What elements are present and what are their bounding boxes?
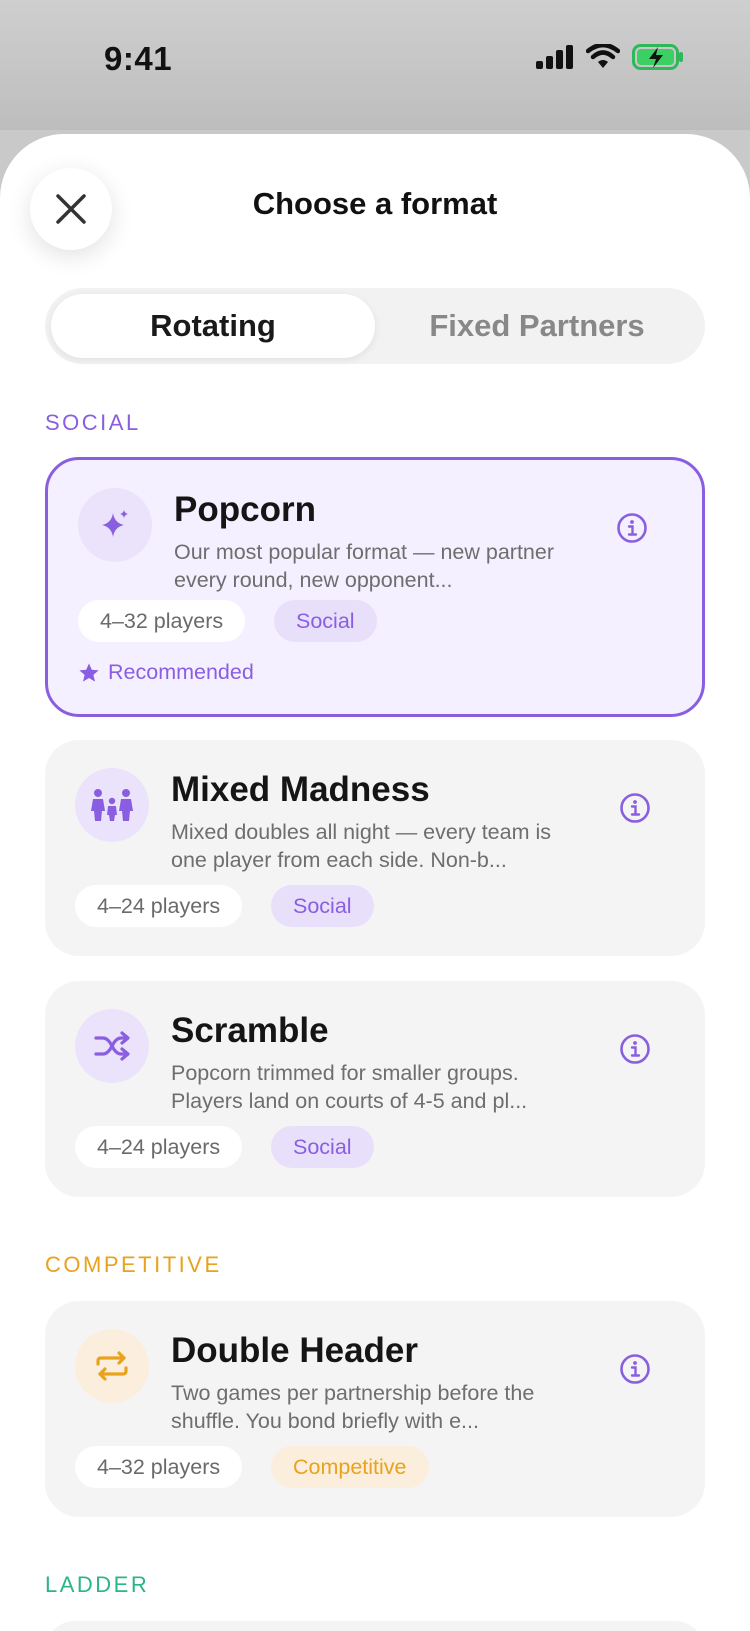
format-card-scramble[interactable]: Scramble Popcorn trimmed for smaller gro… (45, 981, 705, 1197)
section-label-social: SOCIAL (45, 410, 141, 435)
status-icons (536, 44, 684, 70)
tab-rotating[interactable]: Rotating (51, 294, 375, 358)
format-description: Our most popular format — new partner ev… (174, 540, 554, 592)
star-icon (79, 663, 99, 682)
players-badge: 4–32 players (78, 600, 246, 642)
info-icon[interactable] (619, 1353, 651, 1385)
format-sheet: Choose a format Rotating Fixed Partners … (0, 134, 750, 1631)
format-type-tabs: Rotating Fixed Partners (45, 288, 705, 364)
repeat-icon (75, 1329, 149, 1403)
battery-icon (632, 44, 683, 70)
section-label-competitive: COMPETITIVE (45, 1252, 222, 1277)
players-badge: 4–24 players (75, 885, 243, 927)
sparkles-icon (78, 488, 152, 562)
recommended-label: Recommended (108, 660, 254, 684)
category-badge: Social (271, 885, 374, 927)
format-tags: 4–24 players Social (75, 1126, 635, 1168)
format-card-popcorn[interactable]: Popcorn Our most popular format — new pa… (45, 457, 705, 717)
tab-fixed-partners[interactable]: Fixed Partners (375, 294, 699, 358)
section-label-ladder: LADDER (45, 1572, 150, 1597)
format-description: Popcorn trimmed for smaller groups. Play… (171, 1061, 528, 1113)
format-title: Scramble (171, 1011, 329, 1050)
wifi-icon (586, 44, 620, 68)
info-icon[interactable] (616, 512, 648, 544)
category-badge: Competitive (271, 1446, 429, 1488)
info-icon[interactable] (619, 792, 651, 824)
format-title: Mixed Madness (171, 770, 430, 809)
format-tags: 4–32 players Social (78, 600, 638, 642)
format-card-ladder[interactable] (45, 1621, 705, 1631)
players-badge: 4–32 players (75, 1446, 243, 1488)
format-description: Mixed doubles all night — every team is … (171, 820, 552, 872)
category-badge: Social (271, 1126, 374, 1168)
format-tags: 4–32 players Competitive (75, 1446, 635, 1488)
status-time: 9:41 (104, 40, 173, 77)
format-description: Two games per partnership before the shu… (171, 1381, 535, 1433)
status-bar: 9:41 (0, 0, 750, 130)
format-card-double-header[interactable]: Double Header Two games per partnership … (45, 1301, 705, 1517)
category-badge: Social (274, 600, 377, 642)
recommended-badge: Recommended (78, 660, 254, 685)
family-icon (75, 768, 149, 842)
format-tags: 4–24 players Social (75, 885, 635, 927)
shuffle-icon (75, 1009, 149, 1083)
info-icon[interactable] (619, 1033, 651, 1065)
format-card-mixed-madness[interactable]: Mixed Madness Mixed doubles all night — … (45, 740, 705, 956)
format-title: Popcorn (174, 490, 316, 529)
format-title: Double Header (171, 1331, 418, 1370)
page-title: Choose a format (252, 186, 498, 221)
signal-icon (536, 45, 573, 69)
players-badge: 4–24 players (75, 1126, 243, 1168)
